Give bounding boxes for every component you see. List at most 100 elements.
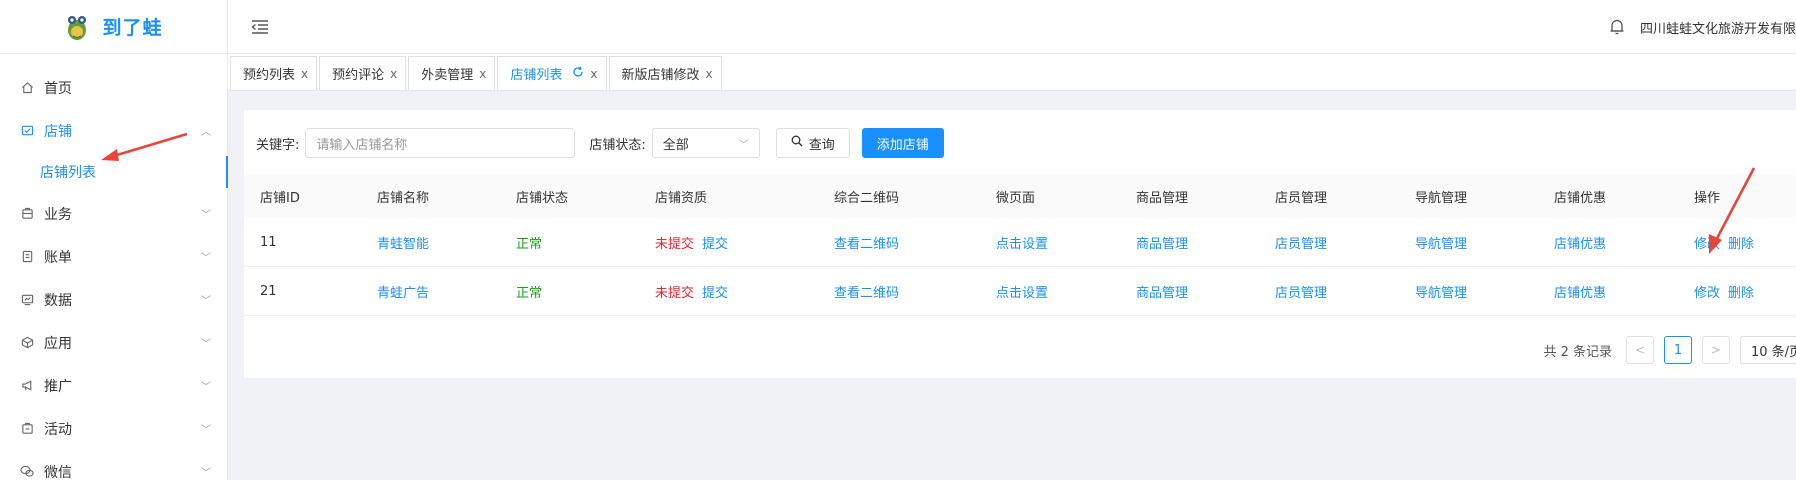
edit-link[interactable]: 修改	[1694, 286, 1720, 301]
col-header: 综合二维码	[834, 190, 900, 206]
keyword-label: 关键字:	[256, 137, 300, 153]
search-icon	[791, 135, 803, 151]
shop-id: 21	[260, 283, 277, 299]
shop-table: 店铺ID 店铺名称 店铺状态 店铺资质 综合二维码 微页面 商品管理 店员管理 …	[244, 174, 1796, 316]
shop-discount-link[interactable]: 店铺优惠	[1538, 282, 1678, 301]
data-icon	[20, 293, 34, 307]
status-select[interactable]: 全部 ﹀	[651, 128, 760, 158]
logo[interactable]: 到了蛙	[0, 0, 227, 54]
prev-page-button[interactable]: <	[1626, 336, 1654, 364]
shop-name-link[interactable]: 青蛙广告	[361, 282, 500, 301]
delete-link[interactable]: 删除	[1728, 286, 1754, 301]
menu-collapse-icon[interactable]	[250, 17, 270, 37]
col-header: 导航管理	[1415, 190, 1468, 206]
company-name[interactable]: 四川蛙蛙文化旅游开发有限	[1640, 18, 1796, 37]
qualification-cell: 未提交 提交	[639, 282, 818, 301]
view-qrcode-link[interactable]: 查看二维码	[818, 233, 980, 252]
sidebar-item-shop[interactable]: 店铺 ︿	[0, 109, 227, 152]
edit-link[interactable]: 修改	[1694, 237, 1720, 252]
shop-name-link[interactable]: 青蛙智能	[361, 233, 500, 252]
col-header: 微页面	[996, 190, 1036, 206]
refresh-icon[interactable]	[572, 66, 584, 82]
query-button[interactable]: 查询	[775, 128, 850, 158]
staff-management-link[interactable]: 店员管理	[1259, 282, 1399, 301]
table-row: 21 青蛙广告 正常 未提交 提交 查看二维码 点击设置 商品管理 店员管理 导航…	[244, 267, 1796, 316]
close-icon[interactable]: x	[390, 67, 397, 81]
pagination: 共 2 条记录 < 1 > 10 条/页	[1543, 336, 1796, 364]
shop-list-card: 关键字: 请输入店铺名称 店铺状态: 全部 ﹀ 查询 添加店铺 店铺ID 店铺名…	[244, 110, 1796, 378]
goods-management-link[interactable]: 商品管理	[1120, 282, 1259, 301]
table-header: 店铺ID 店铺名称 店铺状态 店铺资质 综合二维码 微页面 商品管理 店员管理 …	[244, 174, 1796, 218]
add-shop-button[interactable]: 添加店铺	[861, 128, 944, 158]
sidebar-item-activity[interactable]: 活动 ﹀	[0, 407, 227, 450]
megaphone-icon	[20, 379, 34, 393]
close-icon[interactable]: x	[301, 67, 308, 81]
business-icon	[20, 207, 34, 221]
shop-status: 正常	[516, 285, 543, 301]
total-records: 共 2 条记录	[1543, 344, 1612, 360]
sidebar: 到了蛙 首页 店铺 ︿ 店铺列表 业务 ﹀ 账单 ﹀ 数据 ﹀ 应用 ﹀ 推广 …	[0, 0, 228, 480]
col-header: 店铺状态	[516, 190, 569, 206]
keyword-input[interactable]: 请输入店铺名称	[305, 128, 576, 158]
col-header: 店铺资质	[655, 190, 708, 206]
close-icon[interactable]: x	[706, 67, 713, 81]
col-header: 店铺优惠	[1554, 190, 1607, 206]
tab-shop-list[interactable]: 店铺列表 x	[497, 56, 607, 90]
submit-link[interactable]: 提交	[702, 237, 728, 252]
sidebar-item-data[interactable]: 数据 ﹀	[0, 278, 227, 321]
nav-management-link[interactable]: 导航管理	[1399, 282, 1538, 301]
view-qrcode-link[interactable]: 查看二维码	[818, 282, 980, 301]
sidebar-item-bill[interactable]: 账单 ﹀	[0, 235, 227, 278]
chevron-left-icon: <	[1634, 343, 1646, 357]
tab-reservation-list[interactable]: 预约列表 x	[230, 56, 318, 90]
sidebar-item-home[interactable]: 首页	[0, 66, 227, 109]
bell-icon[interactable]	[1608, 18, 1626, 36]
page-number[interactable]: 1	[1664, 336, 1692, 364]
chevron-right-icon: >	[1710, 343, 1722, 357]
chevron-down-icon: ﹀	[201, 339, 211, 350]
sidebar-item-app[interactable]: 应用 ﹀	[0, 321, 227, 364]
page-size-select[interactable]: 10 条/页	[1740, 336, 1796, 364]
sidebar-item-promotion[interactable]: 推广 ﹀	[0, 364, 227, 407]
goods-management-link[interactable]: 商品管理	[1120, 233, 1259, 252]
micro-page-setting-link[interactable]: 点击设置	[980, 282, 1120, 301]
chevron-down-icon: ﹀	[201, 253, 211, 264]
next-page-button[interactable]: >	[1702, 336, 1730, 364]
submit-link[interactable]: 提交	[702, 286, 728, 301]
app-icon	[20, 336, 34, 350]
chevron-down-icon: ﹀	[201, 210, 211, 221]
chevron-down-icon: ﹀	[201, 296, 211, 307]
app-name: 到了蛙	[102, 17, 163, 39]
tab-bar: 预约列表 x 预约评论 x 外卖管理 x 店铺列表 x 新版店铺修改 x	[228, 54, 1796, 91]
close-icon[interactable]: x	[590, 67, 597, 81]
sidebar-item-business[interactable]: 业务 ﹀	[0, 192, 227, 235]
tab-new-shop-edit[interactable]: 新版店铺修改 x	[608, 56, 722, 90]
col-header: 店铺ID	[260, 190, 300, 206]
actions-cell: 修改 删除	[1678, 282, 1796, 301]
micro-page-setting-link[interactable]: 点击设置	[980, 233, 1120, 252]
tab-reservation-comments[interactable]: 预约评论 x	[319, 56, 407, 90]
sidebar-item-wechat[interactable]: 微信 ﹀	[0, 450, 227, 480]
header-right: 四川蛙蛙文化旅游开发有限	[1608, 0, 1796, 54]
shop-discount-link[interactable]: 店铺优惠	[1538, 233, 1678, 252]
staff-management-link[interactable]: 店员管理	[1259, 233, 1399, 252]
chevron-down-icon: ﹀	[738, 139, 749, 151]
col-header: 操作	[1694, 190, 1721, 206]
wechat-icon	[20, 465, 34, 479]
chevron-down-icon: ﹀	[201, 425, 211, 436]
tab-takeout-management[interactable]: 外卖管理 x	[408, 56, 496, 90]
chevron-down-icon: ﹀	[201, 468, 211, 479]
nav-management-link[interactable]: 导航管理	[1399, 233, 1538, 252]
shop-status: 正常	[516, 236, 543, 252]
frog-logo-icon	[64, 12, 90, 42]
actions-cell: 修改 删除	[1678, 233, 1796, 252]
shop-icon	[20, 124, 34, 138]
home-icon	[20, 81, 34, 95]
activity-icon	[20, 422, 34, 436]
delete-link[interactable]: 删除	[1728, 237, 1754, 252]
chevron-down-icon: ﹀	[201, 382, 211, 393]
sidebar-subitem-shop-list[interactable]: 店铺列表	[0, 152, 228, 192]
col-header: 店员管理	[1275, 190, 1328, 206]
close-icon[interactable]: x	[479, 67, 486, 81]
col-header: 店铺名称	[377, 190, 430, 206]
